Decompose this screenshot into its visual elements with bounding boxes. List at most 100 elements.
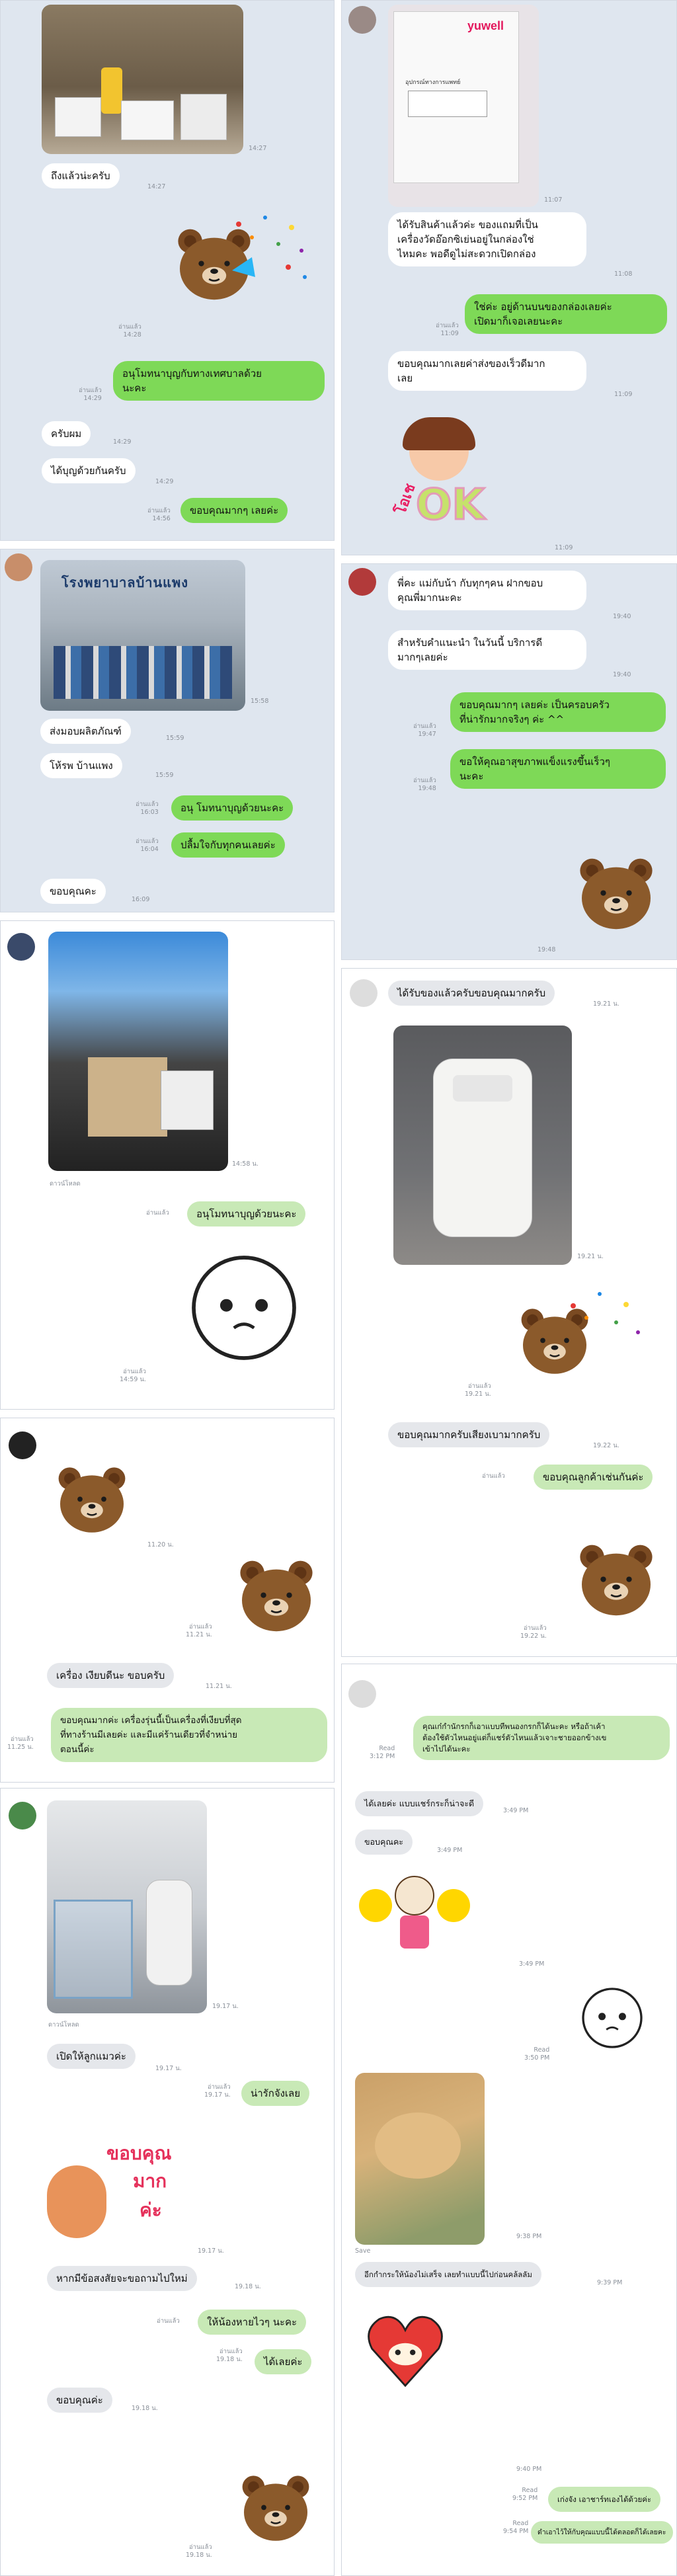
message-bubble-sent[interactable]: อนุ โมทนาบุญด้วยนะคะ	[171, 795, 294, 821]
chat-panel-4: พี่คะ แม่กับน้า กับทุกๆคน ฝากขอบ คุณพี่ม…	[341, 563, 677, 960]
read-receipt: อ่านแล้ว 19.18 น.	[186, 2544, 212, 2559]
cheerleader-sticker	[355, 1863, 474, 1968]
delivery-photo[interactable]	[42, 5, 243, 154]
timestamp: 3:49 PM	[437, 1847, 463, 1854]
timestamp: 11:09	[614, 391, 633, 398]
read-receipt: อ่านแล้ว 11:09	[436, 322, 459, 337]
message-bubble-sent[interactable]: อนุโมทนาบุญกับทางเทศบาลด้วย นะคะ	[113, 361, 325, 401]
message-bubble[interactable]: ได้เลยค่ะ แบบแชร์กระก็น่าจะดี	[355, 1791, 484, 1816]
message-bubble[interactable]: โห้รพ บ้านแพง	[40, 753, 122, 778]
message-bubble-sent[interactable]: ขอให้คุณอาสุขภาพแข็งแรงขึ้นเร็วๆ นะคะ	[450, 749, 666, 789]
delivery-cart-photo[interactable]	[48, 932, 228, 1171]
message-bubble-sent[interactable]: ขอบคุณมากๆ เลยค่ะ	[180, 498, 288, 523]
read-receipt: อ่านแล้ว 11.25 น.	[7, 1736, 34, 1751]
hospital-photo[interactable]: โรงพยาบาลบ้านแพง	[40, 560, 245, 711]
read-receipt: อ่านแล้ว 14:28	[118, 323, 141, 339]
hospital-sign: โรงพยาบาลบ้านแพง	[61, 575, 189, 590]
read-receipt: Read 3:12 PM	[370, 1745, 395, 1760]
brown-bear-sticker	[236, 2463, 315, 2549]
dog-photo[interactable]	[355, 2073, 485, 2245]
chat-panel-3: โรงพยาบาลบ้านแพง 15:58 ส่งมอบผลิตภัณฑ์ 1…	[0, 549, 335, 912]
message-bubble[interactable]: ขอบคุณคะ	[40, 879, 106, 904]
avatar[interactable]	[350, 979, 378, 1007]
chat-panel-6: ได้รับของแล้วครับขอบคุณมากครับ 19.21 น. …	[341, 968, 677, 1657]
avatar[interactable]	[9, 1431, 36, 1459]
timestamp: 19:40	[613, 671, 631, 678]
message-bubble-sent[interactable]: ขอบคุณมากค่ะ เครื่องรุ่นนี้เป็นเครื่องที…	[51, 1708, 327, 1762]
chat-panel-2: yuwell อุปกรณ์ทางการแพทย์ 11:07 ได้รับสิ…	[341, 0, 677, 555]
cat-cage-photo[interactable]	[47, 1800, 207, 2013]
brown-bear-sticker	[573, 1535, 659, 1621]
message-bubble[interactable]: ขอบคุณมากครับเสียงเบามากครับ	[388, 1422, 550, 1447]
timestamp: 16:09	[132, 896, 150, 903]
ok-text: OK	[415, 480, 486, 531]
chat-panel-5: 14:58 น. ดาวน์โหลด อ่านแล้ว อนุโมทนาบุญด…	[0, 920, 335, 1410]
download-label[interactable]: ดาวน์โหลด	[50, 1180, 81, 1188]
ok-girl-sticker: OK โอเช	[389, 417, 502, 540]
message-bubble[interactable]: ส่งมอบผลิตภัณฑ์	[40, 719, 131, 744]
read-receipt: อ่านแล้ว 19.17 น.	[204, 2083, 231, 2099]
brand-label: yuwell	[467, 19, 504, 32]
read-receipt: อ่านแล้ว 19.18 น.	[216, 2348, 243, 2363]
avatar[interactable]	[9, 1802, 36, 1830]
confetti-icon	[232, 216, 307, 279]
message-bubble[interactable]: เครื่อง เงียบดีนะ ขอบครับ	[47, 1663, 175, 1688]
message-bubble[interactable]: ขอบคุณค่ะ	[47, 2388, 112, 2413]
message-bubble[interactable]: สำหรับคำแนะนำ ในวันนี้ บริการดี มากๆเลยค…	[388, 630, 586, 670]
message-bubble-sent[interactable]: น่ารักจังเลย	[241, 2081, 310, 2106]
read-receipt: อ่านแล้ว 14:56	[147, 507, 171, 522]
chat-panel-1: 14:27 ถึงแล้วน่ะครับ 14:27 อ่านแล้ว 14:2…	[0, 0, 335, 541]
read-receipt: อ่านแล้ว 19:48	[413, 777, 436, 792]
timestamp: 14:27	[249, 145, 267, 152]
message-bubble-sent[interactable]: ใช่ค่ะ อยู่ด้านบนของกล่องเลยค่ะ เปิดมาก็…	[465, 294, 667, 334]
message-bubble[interactable]: อีกกำกระให้น้องไม่เสร็จ เลยทำแบบนี้ไปก่อ…	[355, 2262, 541, 2287]
timestamp: 19.17 น.	[155, 2065, 182, 2072]
message-bubble[interactable]: พี่คะ แม่กับน้า กับทุกๆคน ฝากขอบ คุณพี่ม…	[388, 571, 586, 610]
timestamp: 19.21 น.	[577, 1253, 604, 1260]
timestamp: 19.21 น.	[593, 1000, 619, 1008]
sticker-text: ค่ะ	[139, 2199, 162, 2221]
message-bubble[interactable]: ขอบคุณมากเลยค่าส่งของเร็วดีมาก เลย	[388, 351, 586, 391]
timestamp: 15:58	[251, 698, 269, 705]
message-bubble-sent[interactable]: ให้น้องหายไวๆ นะคะ	[198, 2310, 307, 2335]
timestamp: 9:38 PM	[516, 2233, 542, 2240]
message-bubble-sent[interactable]: คุณเก๋กำนักรกก็เอาแบบทีพนองกรกก็ได้นะคะ …	[413, 1716, 670, 1760]
message-bubble[interactable]: เปิดให้ลูกแมวค่ะ	[47, 2044, 136, 2069]
message-bubble-sent[interactable]: เก่งจัง เอาชาร์ทเองได้ด้วยค่ะ	[548, 2487, 661, 2512]
message-bubble[interactable]: ได้รับสินค้าแล้วค่ะ ของแถมที่เป็น เครื่อ…	[388, 212, 586, 266]
message-bubble-sent[interactable]: ปลื้มใจกับทุกคนเลยค่ะ	[171, 832, 285, 858]
save-label[interactable]: Save	[355, 2247, 370, 2255]
avatar[interactable]	[5, 553, 32, 581]
avatar[interactable]	[348, 568, 376, 596]
message-bubble-sent[interactable]: ขอบคุณลูกค้าเช่นกันค่ะ	[534, 1465, 653, 1490]
read-receipt: อ่านแล้ว	[157, 2317, 180, 2325]
message-bubble[interactable]: ได้บุญด้วยกันครับ	[42, 458, 136, 483]
timestamp: 15:59	[166, 735, 184, 742]
message-bubble[interactable]: ถึงแล้วน่ะครับ	[42, 163, 120, 188]
timestamp: 3:49 PM	[519, 1960, 545, 1968]
message-bubble[interactable]: หากมีข้อสงสัยจะขอถามไปใหม่	[47, 2266, 197, 2291]
message-bubble-sent[interactable]: ดำเอาไว้ให้กับคุณแบบนี้ได้ตลอดก็ได้เลยคะ	[531, 2521, 673, 2544]
message-bubble-sent[interactable]: ได้เลยค่ะ	[255, 2349, 312, 2374]
read-receipt: อ่านแล้ว 19.21 น.	[465, 1383, 491, 1398]
read-receipt: อ่านแล้ว 11.21 น.	[186, 1623, 212, 1638]
timestamp: 9:40 PM	[516, 2466, 542, 2473]
message-bubble[interactable]: ครับผม	[42, 421, 91, 446]
oxygen-box-photo[interactable]: yuwell อุปกรณ์ทางการแพทย์	[388, 5, 539, 207]
message-bubble-sent[interactable]: ขอบคุณมากๆ เลยค่ะ เป็นครอบครัว ที่น่ารัก…	[450, 692, 666, 732]
message-bubble[interactable]: ได้รับของแล้วครับขอบคุณมากครับ	[388, 981, 555, 1006]
timestamp: 19:40	[613, 613, 631, 620]
white-face-sticker	[178, 1245, 310, 1371]
avatar[interactable]	[348, 6, 376, 34]
avatar[interactable]	[7, 933, 35, 961]
oxygen-machine-photo[interactable]	[393, 1026, 572, 1265]
timestamp: 11:09	[555, 544, 573, 551]
brown-bear-sticker	[52, 1451, 132, 1544]
read-receipt: อ่านแล้ว 16:04	[136, 838, 159, 853]
download-label[interactable]: ดาวน์โหลด	[48, 2021, 79, 2029]
avatar[interactable]	[348, 1680, 376, 1708]
read-receipt: อ่านแล้ว 19:47	[413, 723, 436, 738]
message-bubble[interactable]: ขอบคุณคะ	[355, 1830, 413, 1855]
brown-bear-sticker	[573, 848, 659, 934]
message-bubble-sent[interactable]: อนุโมทนาบุญด้วยนะคะ	[187, 1201, 306, 1227]
